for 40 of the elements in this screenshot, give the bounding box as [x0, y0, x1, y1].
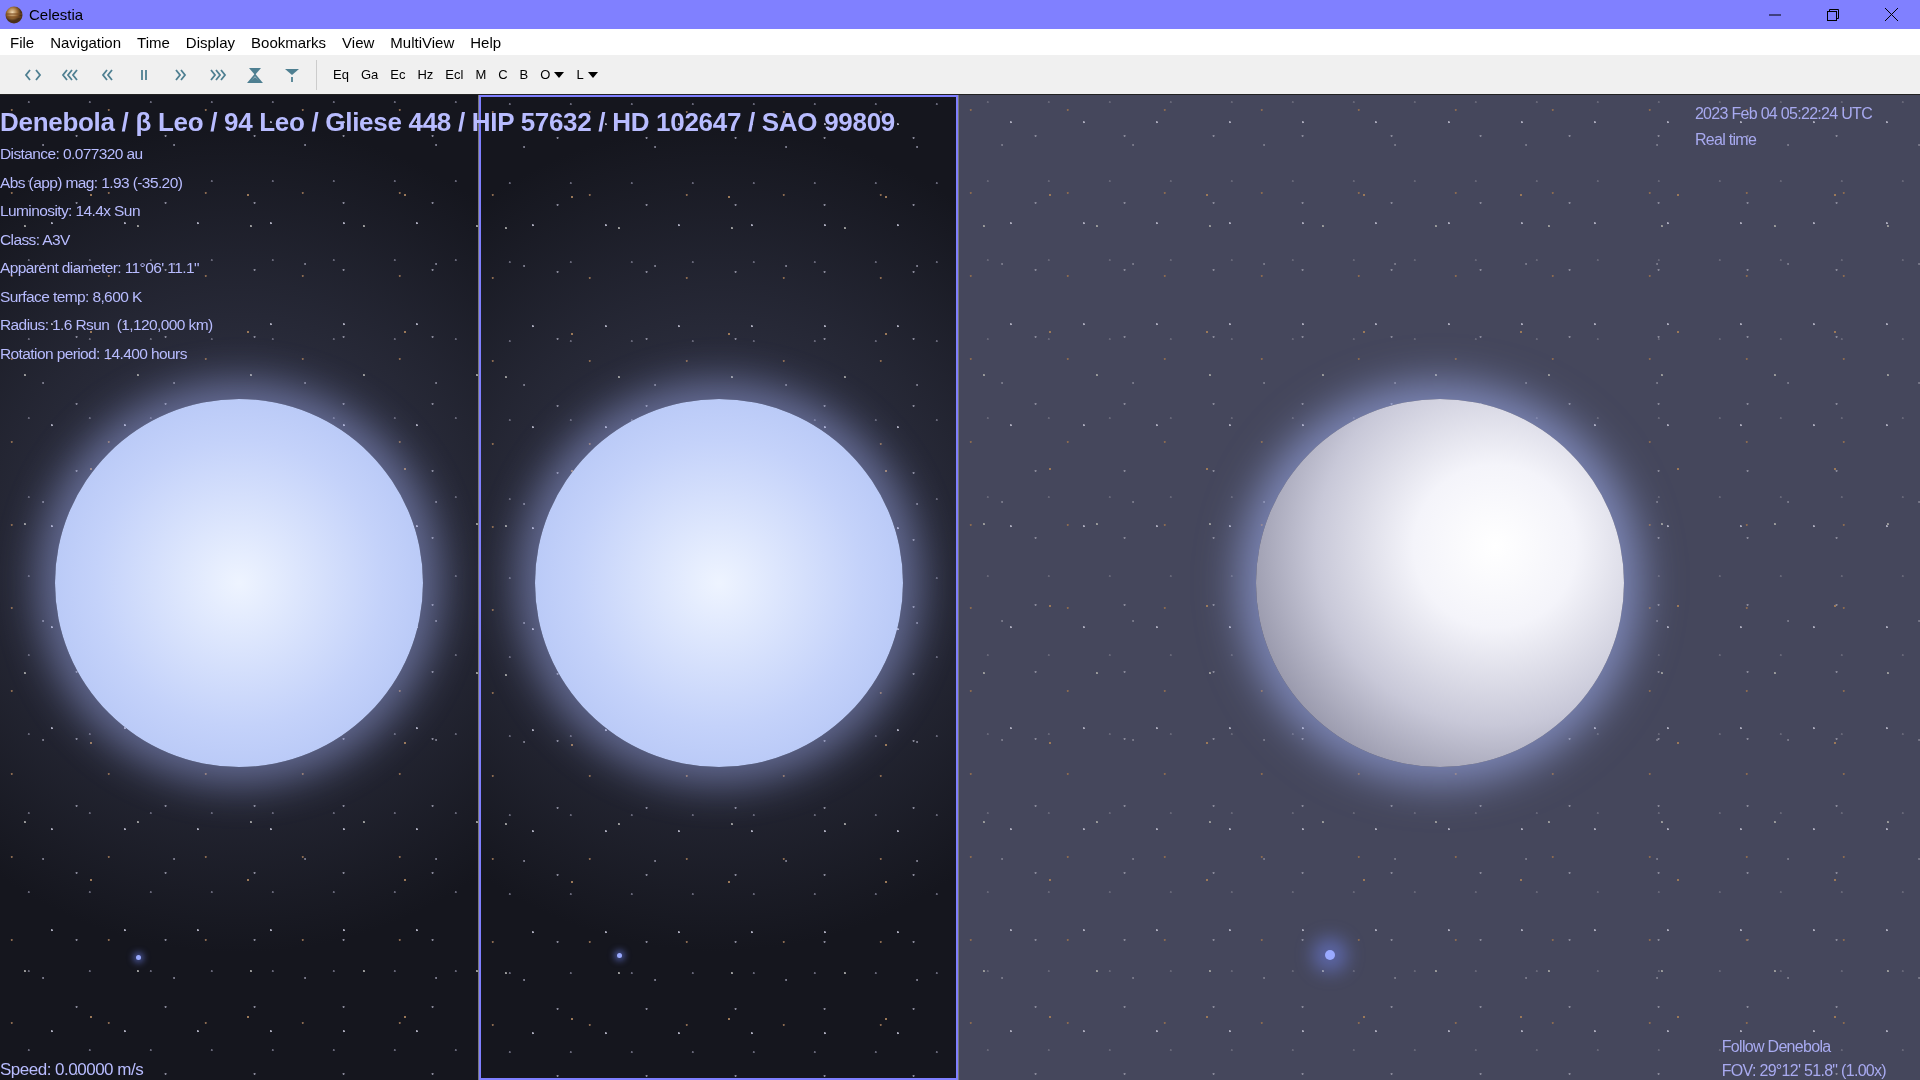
- menu-item[interactable]: Bookmarks: [243, 33, 335, 51]
- toolbar-button[interactable]: M: [469, 59, 493, 90]
- info-line: Radius: 1.6 Rsun (1,120,000 km): [0, 316, 213, 334]
- toolbar-button[interactable]: Ec: [384, 59, 412, 90]
- info-line: Distance: 0.077320 au: [0, 145, 144, 163]
- speed-readout: Speed: 0.00000 m/s: [0, 1060, 144, 1080]
- menu-item[interactable]: Time: [129, 33, 178, 51]
- close-icon: [1884, 8, 1898, 21]
- menu-item[interactable]: File: [2, 33, 43, 51]
- menu-item[interactable]: MultiView: [382, 33, 463, 51]
- menu-item[interactable]: View: [334, 33, 383, 51]
- date-time: 2023 Feb 04 05:22:24 UTC: [1694, 105, 1872, 123]
- menu-item[interactable]: Help: [462, 33, 510, 51]
- toolbar-button[interactable]: Ecl: [439, 59, 470, 90]
- window-title: Celestia: [29, 6, 84, 23]
- info-line: Rotation period: 14.400 hours: [0, 344, 188, 363]
- toolbar-button[interactable]: O: [534, 59, 571, 90]
- view-panel[interactable]: [959, 95, 1920, 1080]
- restore-icon: [1827, 8, 1839, 21]
- toolbar-button[interactable]: C: [492, 59, 514, 90]
- toolbar-button[interactable]: L: [570, 59, 604, 90]
- info-line: Class: A3V: [0, 230, 71, 249]
- menu-item[interactable]: Display: [177, 33, 244, 51]
- toolbar-button[interactable]: B: [513, 59, 535, 90]
- toolbar-button[interactable]: Hz: [411, 59, 440, 90]
- toolbar-button[interactable]: Eq: [327, 59, 355, 90]
- menu-item[interactable]: Navigation: [42, 33, 130, 51]
- caret-icon: [587, 71, 598, 78]
- pause-icon: [139, 68, 148, 81]
- fov-readout: FOV: 29°12' 51.8" (1.00x): [1721, 1062, 1886, 1080]
- follow-status: Follow Denebola: [1721, 1038, 1831, 1056]
- time-rate: Real time: [1694, 131, 1757, 149]
- info-line: Surface temp: 8,600 K: [0, 287, 143, 306]
- info-line: Abs (app) mag: 1.93 (-35.20): [0, 173, 184, 192]
- info-line: Apparent diameter: 11°06' 11.1": [0, 259, 200, 277]
- toolbar-button[interactable]: Ga: [354, 59, 385, 90]
- now-icon: [245, 65, 264, 84]
- planet-icon: [5, 5, 23, 24]
- info-line: Luminosity: 14.4x Sun: [0, 202, 141, 220]
- caret-icon: [554, 71, 565, 78]
